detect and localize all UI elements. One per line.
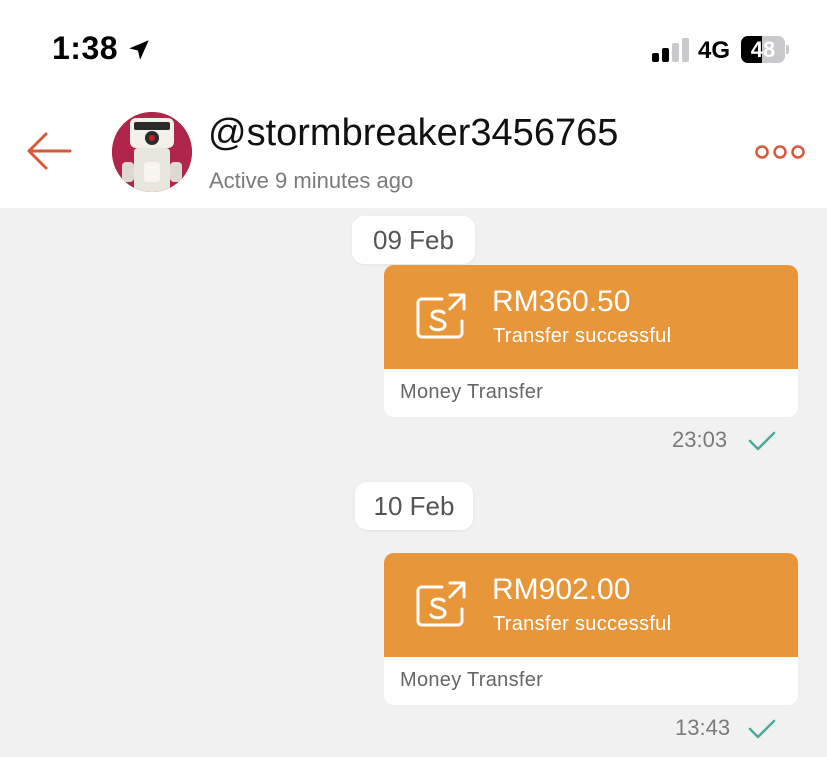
- avatar-image: [112, 112, 192, 192]
- status-bar: 1:38 4G 48: [0, 0, 827, 100]
- money-transfer-icon: [416, 581, 466, 627]
- transfer-type-label: Money Transfer: [400, 381, 544, 403]
- date-separator: 10 Feb: [355, 482, 473, 530]
- transfer-type-label: Money Transfer: [400, 669, 544, 691]
- chat-screen: 1:38 4G 48 @stormbreaker3456765 Active 9…: [0, 0, 827, 757]
- chat-header: @stormbreaker3456765 Active 9 minutes ag…: [0, 100, 827, 208]
- network-label: 4G: [698, 37, 731, 64]
- active-status: Active 9 minutes ago: [209, 168, 414, 193]
- transfer-status: Transfer successful: [493, 613, 672, 635]
- chat-username[interactable]: @stormbreaker3456765: [208, 112, 618, 155]
- back-arrow-icon[interactable]: [24, 128, 74, 174]
- transfer-card[interactable]: RM902.00 Transfer successful Money Trans…: [384, 553, 798, 705]
- check-icon: [748, 719, 776, 739]
- transfer-card[interactable]: RM360.50 Transfer successful Money Trans…: [384, 265, 798, 417]
- signal-icon: [652, 38, 689, 62]
- location-arrow-icon: [129, 40, 149, 60]
- money-transfer-icon: [416, 293, 466, 339]
- transfer-amount: RM360.50: [492, 285, 631, 318]
- check-icon: [748, 431, 776, 451]
- message-time: 23:03: [672, 427, 728, 452]
- message-list[interactable]: 09 Feb RM360.50 Transfer successful Mone…: [0, 208, 827, 757]
- transfer-card-header: RM360.50 Transfer successful: [384, 265, 798, 369]
- transfer-card-header: RM902.00 Transfer successful: [384, 553, 798, 657]
- status-time: 1:38: [52, 30, 119, 66]
- battery-level: 48: [750, 37, 776, 62]
- transfer-amount: RM902.00: [492, 573, 631, 606]
- date-separator: 09 Feb: [352, 216, 475, 264]
- battery-body: 48: [741, 36, 785, 63]
- avatar[interactable]: [112, 112, 192, 192]
- battery-icon: 48: [741, 36, 789, 63]
- more-options-icon[interactable]: [752, 138, 808, 166]
- message-time: 13:43: [675, 715, 731, 740]
- transfer-status: Transfer successful: [493, 325, 672, 347]
- battery-cap: [786, 45, 789, 54]
